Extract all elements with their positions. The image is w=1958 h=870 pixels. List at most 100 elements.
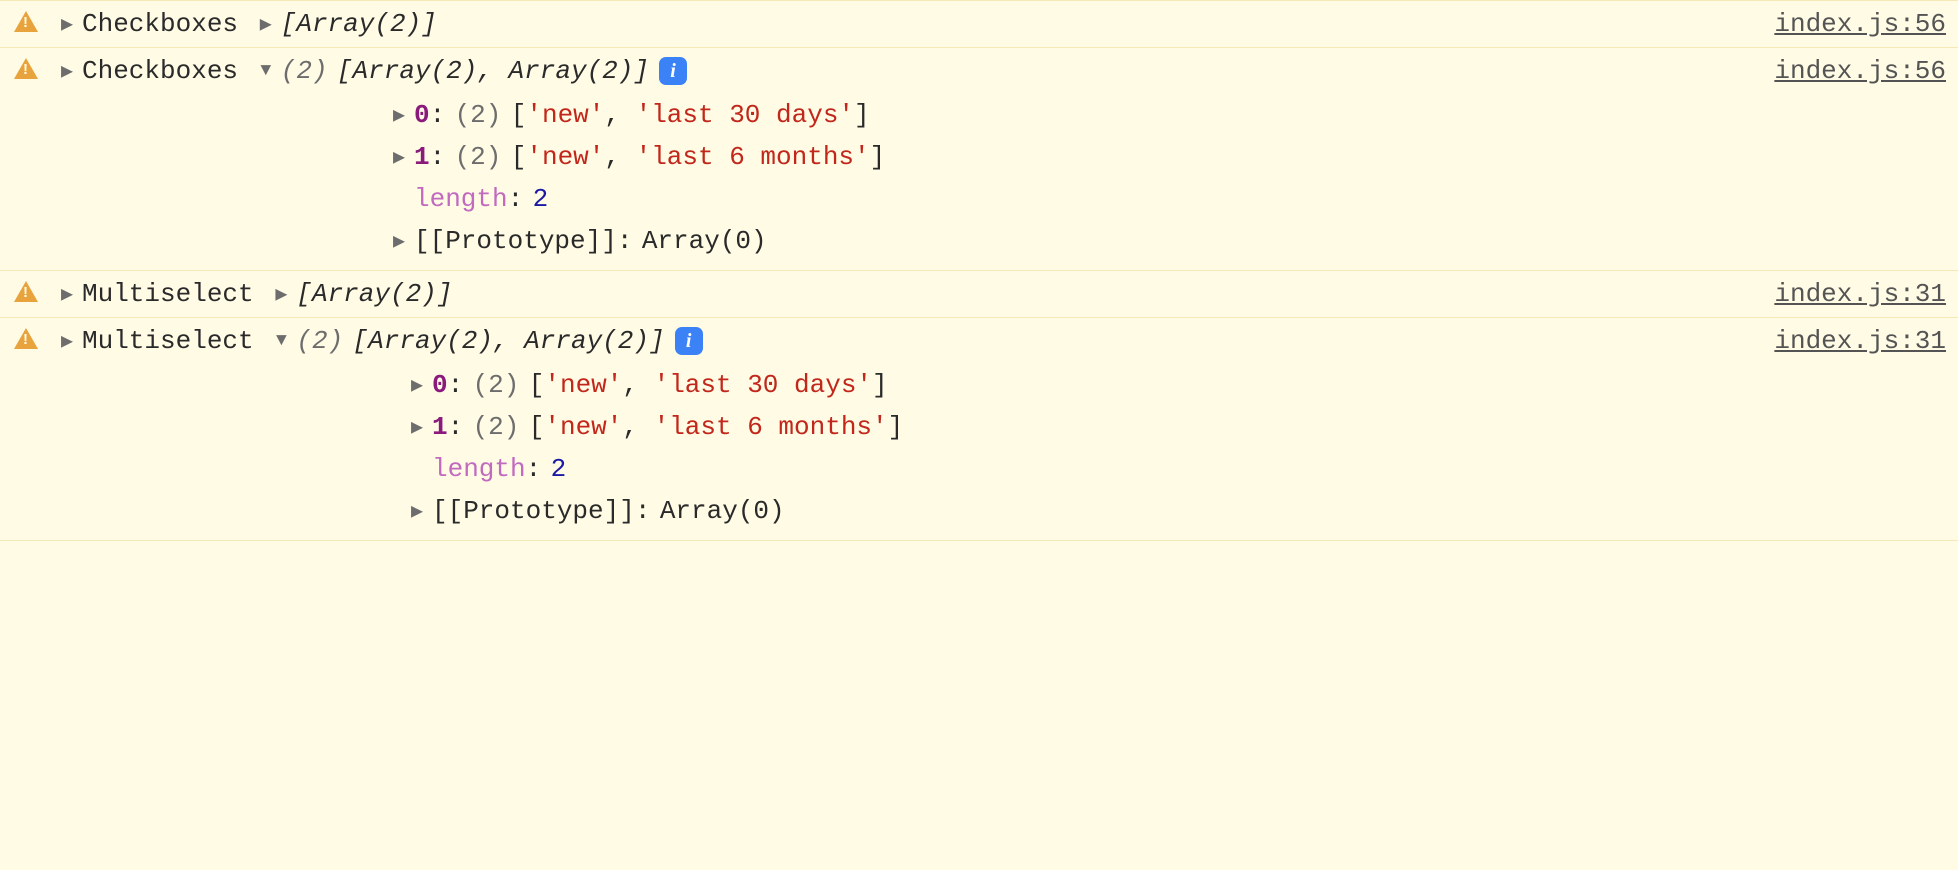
- property-name: length: [414, 184, 508, 214]
- string-value: 'last 30 days': [654, 370, 872, 400]
- length-property: ▶ length: 2: [390, 178, 1946, 220]
- source-link[interactable]: index.js:56: [1774, 9, 1946, 39]
- message-content: ▶ Checkboxes ▶ [Array(2)] index.js:56: [58, 9, 1946, 39]
- array-length-indicator: (2): [473, 370, 520, 400]
- array-length-indicator: (2): [281, 56, 328, 86]
- property-name: [[Prototype]]: [432, 496, 635, 526]
- warning-icon: [14, 11, 38, 32]
- punctuation: :: [448, 412, 464, 442]
- severity-gutter: [14, 279, 58, 302]
- warning-icon: [14, 328, 38, 349]
- array-length-indicator: (2): [455, 142, 502, 172]
- object-disclosure-icon[interactable]: ▼: [257, 61, 275, 81]
- punctuation: :: [430, 100, 446, 130]
- disclosure-triangle-icon[interactable]: ▶: [58, 281, 76, 307]
- punctuation: ,: [622, 370, 653, 400]
- prototype-property[interactable]: ▶ [[Prototype]]: Array(0): [390, 220, 1946, 262]
- log-label: Checkboxes: [82, 9, 238, 39]
- string-value: 'new': [526, 100, 604, 130]
- console-message: ▶ Multiselect ▼ (2) [Array(2), Array(2)]…: [0, 318, 1958, 541]
- array-length-indicator: (2): [473, 412, 520, 442]
- disclosure-triangle-icon[interactable]: ▶: [58, 328, 76, 354]
- string-value: 'last 6 months': [636, 142, 870, 172]
- disclosure-triangle-icon[interactable]: ▶: [390, 144, 408, 170]
- number-value: 2: [533, 184, 549, 214]
- disclosure-triangle-icon[interactable]: ▶: [408, 498, 426, 524]
- array-index: 0: [432, 370, 448, 400]
- log-label: Multiselect: [82, 326, 254, 356]
- array-item[interactable]: ▶ 1: (2) ['new', 'last 6 months']: [390, 136, 1946, 178]
- object-summary[interactable]: [Array(2)]: [281, 9, 437, 39]
- expanded-properties: ▶ 0: (2) ['new', 'last 30 days'] ▶ 1: (2…: [408, 364, 1946, 532]
- punctuation: [: [529, 412, 545, 442]
- array-item[interactable]: ▶ 0: (2) ['new', 'last 30 days']: [408, 364, 1946, 406]
- source-link[interactable]: index.js:31: [1774, 279, 1946, 309]
- console-message: ▶ Multiselect ▶ [Array(2)] index.js:31: [0, 271, 1958, 318]
- punctuation: :: [508, 184, 524, 214]
- source-link[interactable]: index.js:31: [1774, 326, 1946, 356]
- info-icon[interactable]: i: [659, 57, 687, 85]
- number-value: 2: [551, 454, 567, 484]
- disclosure-triangle-icon[interactable]: ▶: [58, 11, 76, 37]
- info-icon[interactable]: i: [675, 327, 703, 355]
- disclosure-triangle-icon[interactable]: ▶: [408, 372, 426, 398]
- string-value: 'new': [526, 142, 604, 172]
- disclosure-triangle-icon[interactable]: ▶: [58, 58, 76, 84]
- disclosure-triangle-icon[interactable]: ▶: [408, 414, 426, 440]
- object-summary[interactable]: [Array(2), Array(2)]: [353, 326, 665, 356]
- message-content: ▶ Checkboxes ▼ (2) [Array(2), Array(2)] …: [58, 56, 1946, 262]
- punctuation: :: [448, 370, 464, 400]
- log-label: Checkboxes: [82, 56, 238, 86]
- punctuation: ]: [872, 370, 888, 400]
- prototype-value: Array(0): [660, 496, 785, 526]
- severity-gutter: [14, 9, 58, 32]
- punctuation: :: [617, 226, 633, 256]
- punctuation: ,: [604, 142, 635, 172]
- punctuation: :: [430, 142, 446, 172]
- disclosure-triangle-icon[interactable]: ▶: [390, 102, 408, 128]
- punctuation: ]: [854, 100, 870, 130]
- warning-icon: [14, 281, 38, 302]
- punctuation: [: [511, 100, 527, 130]
- object-disclosure-icon[interactable]: ▶: [272, 281, 290, 307]
- source-link[interactable]: index.js:56: [1774, 56, 1946, 86]
- severity-gutter: [14, 56, 58, 79]
- array-index: 1: [414, 142, 430, 172]
- message-content: ▶ Multiselect ▶ [Array(2)] index.js:31: [58, 279, 1946, 309]
- log-label: Multiselect: [82, 279, 254, 309]
- array-item[interactable]: ▶ 0: (2) ['new', 'last 30 days']: [390, 94, 1946, 136]
- array-index: 0: [414, 100, 430, 130]
- punctuation: :: [635, 496, 651, 526]
- array-length-indicator: (2): [296, 326, 343, 356]
- property-name: length: [432, 454, 526, 484]
- prototype-property[interactable]: ▶ [[Prototype]]: Array(0): [408, 490, 1946, 532]
- string-value: 'new': [544, 412, 622, 442]
- string-value: 'new': [544, 370, 622, 400]
- punctuation: [: [529, 370, 545, 400]
- warning-icon: [14, 58, 38, 79]
- array-index: 1: [432, 412, 448, 442]
- string-value: 'last 6 months': [654, 412, 888, 442]
- severity-gutter: [14, 326, 58, 349]
- message-content: ▶ Multiselect ▼ (2) [Array(2), Array(2)]…: [58, 326, 1946, 532]
- disclosure-triangle-icon[interactable]: ▶: [390, 228, 408, 254]
- expanded-properties: ▶ 0: (2) ['new', 'last 30 days'] ▶ 1: (2…: [390, 94, 1946, 262]
- console-message: ▶ Checkboxes ▼ (2) [Array(2), Array(2)] …: [0, 48, 1958, 271]
- object-disclosure-icon[interactable]: ▼: [272, 331, 290, 351]
- object-summary[interactable]: [Array(2), Array(2)]: [337, 56, 649, 86]
- array-length-indicator: (2): [455, 100, 502, 130]
- punctuation: ,: [622, 412, 653, 442]
- property-name: [[Prototype]]: [414, 226, 617, 256]
- object-disclosure-icon[interactable]: ▶: [257, 11, 275, 37]
- length-property: ▶ length: 2: [408, 448, 1946, 490]
- string-value: 'last 30 days': [636, 100, 854, 130]
- array-item[interactable]: ▶ 1: (2) ['new', 'last 6 months']: [408, 406, 1946, 448]
- object-summary[interactable]: [Array(2)]: [296, 279, 452, 309]
- punctuation: ]: [888, 412, 904, 442]
- punctuation: [: [511, 142, 527, 172]
- prototype-value: Array(0): [642, 226, 767, 256]
- console-message: ▶ Checkboxes ▶ [Array(2)] index.js:56: [0, 0, 1958, 48]
- punctuation: ,: [604, 100, 635, 130]
- punctuation: ]: [870, 142, 886, 172]
- punctuation: :: [526, 454, 542, 484]
